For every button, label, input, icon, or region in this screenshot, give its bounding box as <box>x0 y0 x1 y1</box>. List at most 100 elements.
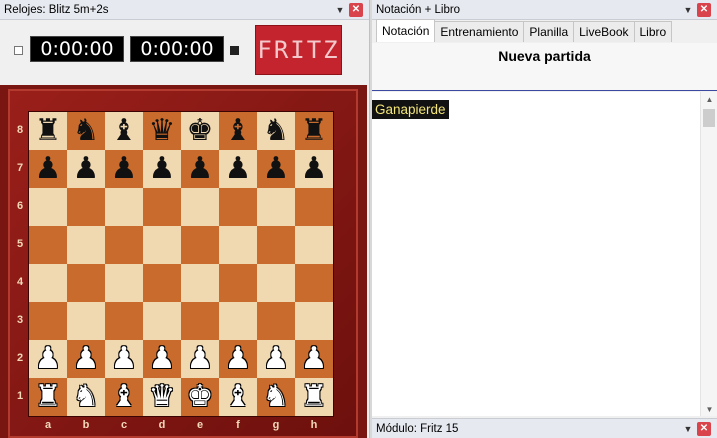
square-a7[interactable]: ♟ <box>29 150 67 188</box>
square-e6[interactable] <box>181 188 219 226</box>
black-pawn-icon[interactable]: ♟ <box>73 154 100 184</box>
square-c2[interactable]: ♟ <box>105 340 143 378</box>
square-f2[interactable]: ♟ <box>219 340 257 378</box>
black-king-icon[interactable]: ♚ <box>187 116 214 146</box>
square-h5[interactable] <box>295 226 333 264</box>
square-g8[interactable]: ♞ <box>257 112 295 150</box>
square-c8[interactable]: ♝ <box>105 112 143 150</box>
square-h2[interactable]: ♟ <box>295 340 333 378</box>
close-icon[interactable]: ✕ <box>349 2 363 17</box>
white-pawn-icon[interactable]: ♟ <box>35 344 62 374</box>
square-f3[interactable] <box>219 302 257 340</box>
square-d4[interactable] <box>143 264 181 302</box>
square-d3[interactable] <box>143 302 181 340</box>
scroll-up-icon[interactable]: ▲ <box>701 92 717 106</box>
square-f4[interactable] <box>219 264 257 302</box>
white-pawn-icon[interactable]: ♟ <box>301 344 328 374</box>
tab-libro[interactable]: Libro <box>633 21 673 42</box>
tab-entrenamiento[interactable]: Entrenamiento <box>434 21 525 42</box>
square-b2[interactable]: ♟ <box>67 340 105 378</box>
pane-menu-icon[interactable]: ▼ <box>681 422 695 436</box>
square-a5[interactable] <box>29 226 67 264</box>
white-rook-icon[interactable]: ♜ <box>301 382 328 412</box>
square-g5[interactable] <box>257 226 295 264</box>
black-pawn-icon[interactable]: ♟ <box>301 154 328 184</box>
square-e5[interactable] <box>181 226 219 264</box>
black-bishop-icon[interactable]: ♝ <box>225 116 252 146</box>
pane-menu-icon[interactable]: ▼ <box>333 3 347 17</box>
black-bishop-icon[interactable]: ♝ <box>111 116 138 146</box>
scroll-thumb[interactable] <box>703 109 715 127</box>
white-bishop-icon[interactable]: ♝ <box>111 382 138 412</box>
square-b8[interactable]: ♞ <box>67 112 105 150</box>
white-knight-icon[interactable]: ♞ <box>263 382 290 412</box>
black-pawn-icon[interactable]: ♟ <box>225 154 252 184</box>
square-h7[interactable]: ♟ <box>295 150 333 188</box>
square-c4[interactable] <box>105 264 143 302</box>
white-pawn-icon[interactable]: ♟ <box>111 344 138 374</box>
square-c5[interactable] <box>105 226 143 264</box>
close-icon[interactable]: ✕ <box>697 421 711 436</box>
black-pawn-icon[interactable]: ♟ <box>111 154 138 184</box>
square-d1[interactable]: ♛ <box>143 378 181 416</box>
square-a3[interactable] <box>29 302 67 340</box>
square-d6[interactable] <box>143 188 181 226</box>
white-pawn-icon[interactable]: ♟ <box>149 344 176 374</box>
square-g3[interactable] <box>257 302 295 340</box>
black-queen-icon[interactable]: ♛ <box>149 116 176 146</box>
square-c6[interactable] <box>105 188 143 226</box>
square-f6[interactable] <box>219 188 257 226</box>
pane-menu-icon[interactable]: ▼ <box>681 3 695 17</box>
square-h1[interactable]: ♜ <box>295 378 333 416</box>
square-g7[interactable]: ♟ <box>257 150 295 188</box>
square-a8[interactable]: ♜ <box>29 112 67 150</box>
square-a4[interactable] <box>29 264 67 302</box>
square-b7[interactable]: ♟ <box>67 150 105 188</box>
white-pawn-icon[interactable]: ♟ <box>187 344 214 374</box>
square-f7[interactable]: ♟ <box>219 150 257 188</box>
white-bishop-icon[interactable]: ♝ <box>225 382 252 412</box>
square-d8[interactable]: ♛ <box>143 112 181 150</box>
square-d2[interactable]: ♟ <box>143 340 181 378</box>
square-a2[interactable]: ♟ <box>29 340 67 378</box>
square-h6[interactable] <box>295 188 333 226</box>
square-b3[interactable] <box>67 302 105 340</box>
vertical-scrollbar[interactable]: ▲ ▼ <box>700 92 717 416</box>
square-f5[interactable] <box>219 226 257 264</box>
white-pawn-icon[interactable]: ♟ <box>263 344 290 374</box>
black-pawn-icon[interactable]: ♟ <box>263 154 290 184</box>
black-knight-icon[interactable]: ♞ <box>263 116 290 146</box>
black-pawn-icon[interactable]: ♟ <box>35 154 62 184</box>
black-pawn-icon[interactable]: ♟ <box>187 154 214 184</box>
square-f8[interactable]: ♝ <box>219 112 257 150</box>
square-e2[interactable]: ♟ <box>181 340 219 378</box>
tab-livebook[interactable]: LiveBook <box>573 21 635 42</box>
square-a6[interactable] <box>29 188 67 226</box>
white-pawn-icon[interactable]: ♟ <box>73 344 100 374</box>
tab-notacion[interactable]: Notación <box>376 19 436 42</box>
scroll-down-icon[interactable]: ▼ <box>701 402 717 416</box>
square-g1[interactable]: ♞ <box>257 378 295 416</box>
square-f1[interactable]: ♝ <box>219 378 257 416</box>
square-a1[interactable]: ♜ <box>29 378 67 416</box>
square-b4[interactable] <box>67 264 105 302</box>
square-h8[interactable]: ♜ <box>295 112 333 150</box>
close-icon[interactable]: ✕ <box>697 2 711 17</box>
square-e4[interactable] <box>181 264 219 302</box>
chessboard[interactable]: ♜ ♞ ♝ ♛ ♚ ♝ ♞ ♜ ♟ ♟ ♟ ♟ ♟ ♟ ♟ ♟ ♟ ♟ ♟ ♟ ♟ ♟ ♟ ♟ ♜ ♞ ♝ ♛ ♚ ♝ ♞ ♜ <box>29 112 333 416</box>
black-rook-icon[interactable]: ♜ <box>35 116 62 146</box>
square-e3[interactable] <box>181 302 219 340</box>
white-king-icon[interactable]: ♚ <box>187 382 214 412</box>
square-d5[interactable] <box>143 226 181 264</box>
black-pawn-icon[interactable]: ♟ <box>149 154 176 184</box>
white-pawn-icon[interactable]: ♟ <box>225 344 252 374</box>
square-h4[interactable] <box>295 264 333 302</box>
square-g4[interactable] <box>257 264 295 302</box>
square-e7[interactable]: ♟ <box>181 150 219 188</box>
white-rook-icon[interactable]: ♜ <box>35 382 62 412</box>
white-queen-icon[interactable]: ♛ <box>149 382 176 412</box>
black-rook-icon[interactable]: ♜ <box>301 116 328 146</box>
square-h3[interactable] <box>295 302 333 340</box>
black-knight-icon[interactable]: ♞ <box>73 116 100 146</box>
square-c3[interactable] <box>105 302 143 340</box>
